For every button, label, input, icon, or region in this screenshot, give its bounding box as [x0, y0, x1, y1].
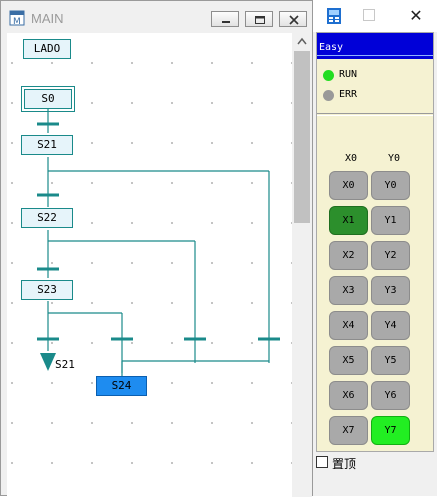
simulator-app-icon: [327, 8, 341, 24]
svg-text:M: M: [13, 17, 21, 26]
main-window-title: MAIN: [31, 11, 64, 26]
step-s21[interactable]: S21: [21, 135, 73, 155]
step-s23[interactable]: S23: [21, 280, 73, 300]
step-s22[interactable]: S22: [21, 208, 73, 228]
close-button[interactable]: [279, 11, 307, 27]
input-button-x4[interactable]: X4: [329, 311, 368, 340]
input-column-header: X0: [345, 153, 358, 164]
panel-divider-highlight: [317, 115, 433, 116]
jump-arrow-icon: [40, 353, 56, 371]
output-indicator-y1: Y1: [371, 206, 410, 235]
header-divider: [317, 55, 433, 56]
maximize-icon[interactable]: [363, 9, 375, 21]
main-window: M MAIN LADO S0 S21 S22 S23 S24 S21: [0, 0, 313, 497]
ladder-label-box[interactable]: LADO: [23, 39, 71, 59]
maximize-button[interactable]: [245, 11, 273, 27]
output-indicator-y3: Y3: [371, 276, 410, 305]
input-button-x1[interactable]: X1: [329, 206, 368, 235]
output-indicator-y4: Y4: [371, 311, 410, 340]
pin-on-top-checkbox[interactable]: [316, 456, 328, 468]
step-s24[interactable]: S24: [96, 376, 147, 396]
input-button-x7[interactable]: X7: [329, 416, 368, 445]
err-led-icon: [323, 90, 334, 101]
input-button-x0[interactable]: X0: [329, 171, 368, 200]
output-indicator-y7: Y7: [371, 416, 410, 445]
minimize-icon: [222, 21, 230, 23]
jump-target-label: S21: [55, 358, 75, 371]
scrollbar-thumb[interactable]: [294, 51, 310, 223]
panel-header: Easy: [317, 33, 433, 59]
plc-panel: Easy RUN ERR X0 Y0 X0 X1 X2 X3 X4 X5 X6 X7 Y0 Y1 Y…: [316, 32, 434, 452]
panel-header-text: Easy: [319, 42, 344, 53]
main-titlebar[interactable]: M MAIN: [1, 1, 312, 35]
input-button-x5[interactable]: X5: [329, 346, 368, 375]
output-column-header: Y0: [388, 153, 401, 164]
close-button[interactable]: ✕: [401, 4, 431, 28]
maximize-icon: [255, 16, 265, 24]
output-indicator-y2: Y2: [371, 241, 410, 270]
output-indicator-y0: Y0: [371, 171, 410, 200]
run-led-icon: [323, 70, 334, 81]
vertical-scrollbar[interactable]: [292, 33, 312, 497]
scroll-up-icon[interactable]: [292, 33, 312, 50]
minimize-button[interactable]: [211, 11, 239, 27]
ladder-canvas[interactable]: LADO S0 S21 S22 S23 S24 S21: [7, 33, 292, 497]
ladder-program-icon: M: [9, 10, 25, 26]
err-led-label: ERR: [339, 89, 358, 100]
output-indicator-y5: Y5: [371, 346, 410, 375]
step-s0[interactable]: S0: [21, 86, 75, 112]
input-button-x6[interactable]: X6: [329, 381, 368, 410]
simulator-titlebar[interactable]: ✕: [313, 0, 437, 32]
close-icon: [289, 15, 299, 25]
simulator-window: ✕ Easy RUN ERR X0 Y0 X0 X1 X2 X3 X4 X5 X6 X7 Y0 Y…: [313, 0, 437, 496]
pin-on-top-label: 置顶: [332, 457, 357, 471]
output-indicator-y6: Y6: [371, 381, 410, 410]
run-led-label: RUN: [339, 69, 358, 80]
panel-divider: [317, 113, 433, 114]
input-button-x3[interactable]: X3: [329, 276, 368, 305]
input-button-x2[interactable]: X2: [329, 241, 368, 270]
